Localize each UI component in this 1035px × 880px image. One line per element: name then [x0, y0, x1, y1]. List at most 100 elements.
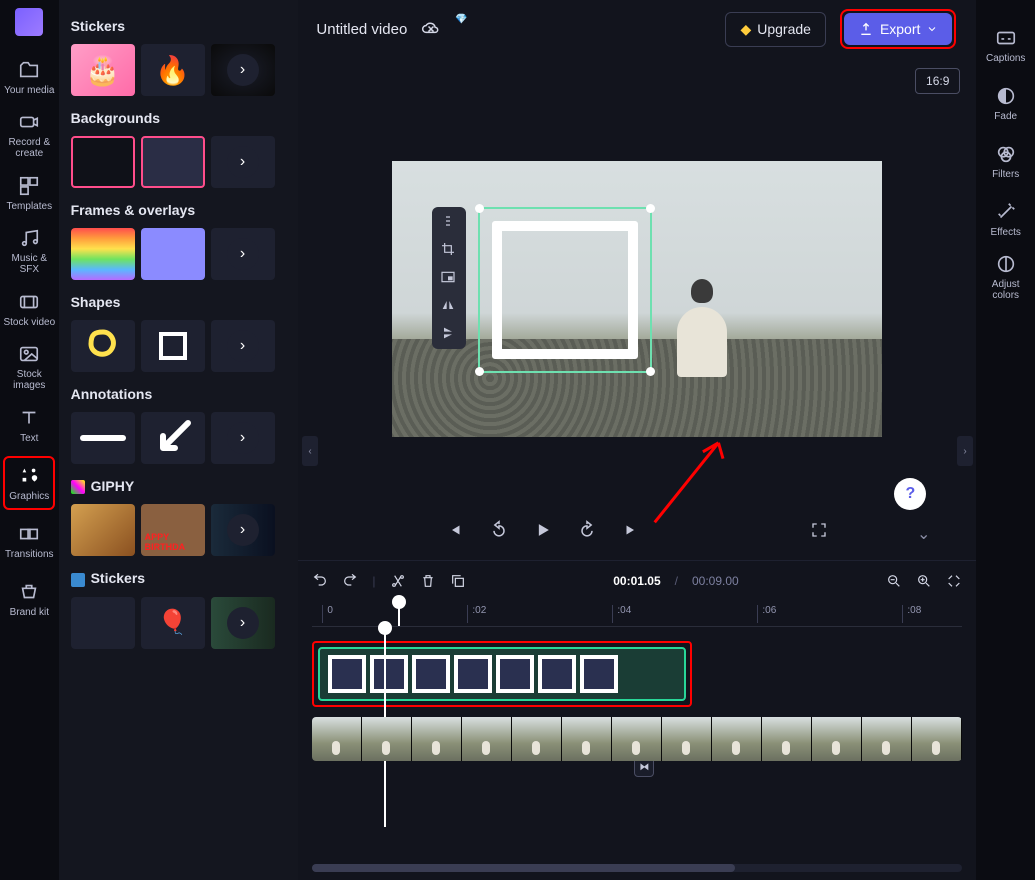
shape-thumb[interactable] [71, 320, 135, 372]
split-icon[interactable] [390, 573, 406, 589]
giphy-icon [71, 480, 85, 494]
more-button[interactable]: › [211, 136, 275, 188]
section-title: Annotations [71, 386, 287, 402]
timeline-scrollbar[interactable] [312, 864, 962, 872]
rnav-captions[interactable]: Captions [980, 18, 1032, 72]
more-button[interactable]: › [211, 504, 275, 556]
tick-label: 0 [327, 605, 333, 616]
background-thumb[interactable] [141, 136, 205, 188]
section-title: Shapes [71, 294, 287, 310]
playhead[interactable] [398, 601, 400, 626]
upload-icon [858, 21, 874, 37]
background-thumb[interactable] [71, 136, 135, 188]
more-button[interactable]: › [211, 597, 275, 649]
rewind-icon[interactable] [489, 520, 509, 540]
nav-your-media[interactable]: Your media [3, 50, 55, 104]
rnav-filters[interactable]: Filters [980, 134, 1032, 188]
nav-label: Brand kit [10, 607, 49, 618]
app-logo-icon[interactable] [15, 8, 43, 36]
section-title: Stickers [71, 570, 287, 586]
main-area: Untitled video 💎 ◆Upgrade Export 16:9 [298, 0, 976, 880]
nav-label: Stock images [3, 369, 55, 391]
nav-templates[interactable]: Templates [3, 166, 55, 220]
top-bar: Untitled video 💎 ◆Upgrade Export [298, 0, 976, 58]
diamond-icon: ◆ [740, 21, 751, 38]
nav-transitions[interactable]: Transitions [3, 514, 55, 568]
redo-icon[interactable] [342, 573, 358, 589]
flip-v-icon[interactable] [440, 325, 458, 343]
annotation-thumb[interactable] [141, 412, 205, 464]
drag-handle-icon[interactable] [440, 213, 458, 231]
timeline: | 00:01.05 / 00:09.00 0 :02 :04 :06 :08 [298, 560, 976, 880]
sticker-thumb[interactable] [71, 597, 135, 649]
more-button[interactable]: › [211, 44, 275, 96]
skip-end-icon[interactable] [621, 520, 641, 540]
stickers-icon [71, 573, 85, 587]
undo-icon[interactable] [312, 573, 328, 589]
rnav-fade[interactable]: Fade [980, 76, 1032, 130]
video-canvas[interactable] [392, 161, 882, 437]
rnav-label: Fade [994, 111, 1017, 122]
zoom-out-icon[interactable] [886, 573, 902, 589]
nav-text[interactable]: Text [3, 398, 55, 452]
rnav-effects[interactable]: Effects [980, 192, 1032, 246]
forward-icon[interactable] [577, 520, 597, 540]
nav-label: Stock video [3, 317, 55, 328]
flip-h-icon[interactable] [440, 297, 458, 315]
right-nav: Captions Fade Filters Effects Adjust col… [976, 0, 1035, 880]
sticker-thumb[interactable]: 🎈 [141, 597, 205, 649]
rnav-label: Filters [992, 169, 1019, 180]
tick-label: :06 [762, 605, 776, 616]
frame-thumb[interactable] [71, 228, 135, 280]
nav-record-create[interactable]: Record & create [3, 108, 55, 162]
collapse-panel-icon[interactable]: ‹ [302, 436, 318, 466]
nav-graphics[interactable]: Graphics [3, 456, 55, 510]
resize-handle[interactable] [475, 204, 484, 213]
more-button[interactable]: › [211, 320, 275, 372]
zoom-fit-icon[interactable] [946, 573, 962, 589]
preview-stage [298, 58, 976, 510]
sticker-thumb[interactable]: 🎂 [71, 44, 135, 96]
nav-label: Text [20, 433, 38, 444]
tick-label: :02 [472, 605, 486, 616]
cloud-sync-icon[interactable] [421, 19, 441, 39]
sticker-thumb[interactable]: 🔥 [141, 44, 205, 96]
rnav-adjust-colors[interactable]: Adjust colors [980, 250, 1032, 304]
nav-brand-kit[interactable]: Brand kit [3, 572, 55, 626]
timeline-ruler[interactable]: 0 :02 :04 :06 :08 [312, 601, 962, 627]
nav-music-sfx[interactable]: Music & SFX [3, 224, 55, 278]
zoom-in-icon[interactable] [916, 573, 932, 589]
skip-start-icon[interactable] [445, 520, 465, 540]
upgrade-button[interactable]: ◆Upgrade [725, 12, 825, 47]
nav-stock-images[interactable]: Stock images [3, 340, 55, 394]
canvas-toolbar [432, 207, 466, 349]
graphic-clip[interactable] [318, 647, 686, 701]
rnav-label: Effects [991, 227, 1021, 238]
export-button[interactable]: Export [844, 13, 952, 45]
crop-icon[interactable] [440, 241, 458, 259]
more-button[interactable]: › [211, 228, 275, 280]
pip-icon[interactable] [440, 269, 458, 287]
nav-label: Graphics [9, 491, 49, 502]
giphy-thumb[interactable]: APPY BIRTHDA [141, 504, 205, 556]
chevron-down-icon [926, 23, 938, 35]
delete-icon[interactable] [420, 573, 436, 589]
collapse-rpanel-icon[interactable]: › [957, 436, 973, 466]
nav-stock-video[interactable]: Stock video [3, 282, 55, 336]
resize-handle[interactable] [646, 204, 655, 213]
expand-down-icon[interactable]: ⌄ [917, 524, 930, 544]
shape-thumb[interactable] [141, 320, 205, 372]
selected-frame-overlay[interactable] [478, 207, 652, 373]
timeline-tracks[interactable]: ⧓ [298, 627, 976, 775]
nav-label: Record & create [3, 137, 55, 159]
frame-thumb[interactable] [141, 228, 205, 280]
giphy-thumb[interactable] [71, 504, 135, 556]
annotation-thumb[interactable] [71, 412, 135, 464]
project-title[interactable]: Untitled video [316, 21, 407, 38]
more-button[interactable]: › [211, 412, 275, 464]
play-button[interactable] [533, 520, 553, 540]
video-clip[interactable] [312, 717, 962, 761]
fullscreen-icon[interactable] [809, 520, 829, 540]
tick-label: :04 [617, 605, 631, 616]
duplicate-icon[interactable] [450, 573, 466, 589]
